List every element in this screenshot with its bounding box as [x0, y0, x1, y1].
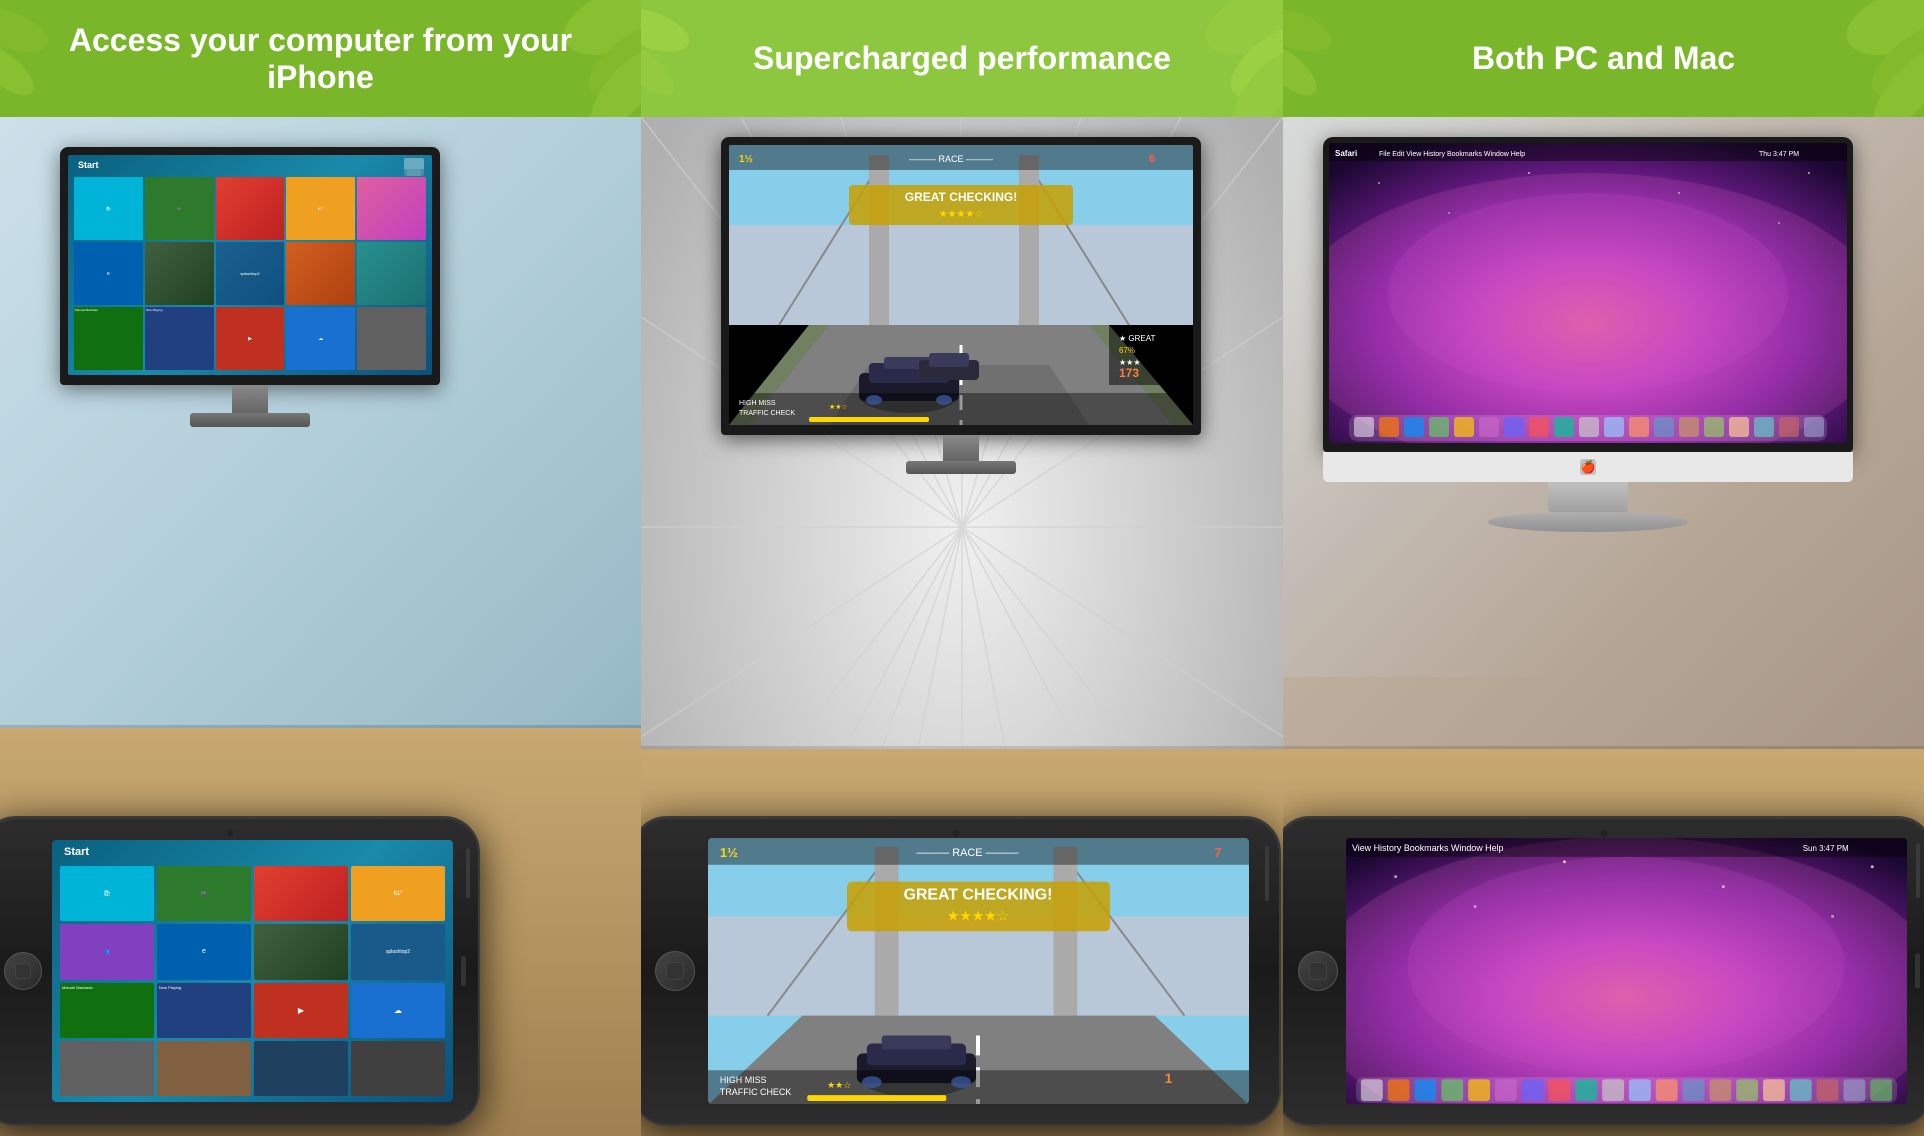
panel-right: Safari File Edit View History Bookmarks … — [1283, 117, 1924, 1136]
svg-text:TRAFFIC CHECK: TRAFFIC CHECK — [720, 1087, 791, 1097]
header-left: Access your computer from your iPhone — [0, 0, 641, 117]
svg-text:1½: 1½ — [739, 154, 753, 165]
panel-middle: 1½ ——— RACE ——— 6 GREAT CHECKING! ★★★★☆ … — [641, 117, 1283, 1136]
header-left-text: Access your computer from your iPhone — [20, 22, 621, 96]
header-row: Access your computer from your iPhone Su… — [0, 0, 1924, 117]
svg-text:HIGH MISS: HIGH MISS — [720, 1075, 767, 1085]
svg-text:1: 1 — [1165, 1070, 1173, 1086]
svg-text:GREAT CHECKING!: GREAT CHECKING! — [904, 887, 1053, 904]
svg-text:★ GREAT: ★ GREAT — [1119, 334, 1155, 343]
header-middle-text: Supercharged performance — [753, 40, 1171, 77]
svg-text:173: 173 — [1119, 366, 1139, 380]
svg-text:1½: 1½ — [720, 845, 738, 860]
svg-text:★★★★☆: ★★★★☆ — [939, 209, 984, 220]
svg-text:GREAT CHECKING!: GREAT CHECKING! — [905, 190, 1017, 204]
gaming-monitor: 1½ ——— RACE ——— 6 GREAT CHECKING! ★★★★☆ … — [721, 137, 1201, 474]
iphone-mac: View History Bookmarks Window Help Sun 3… — [1283, 816, 1924, 1136]
svg-text:★★☆: ★★☆ — [829, 403, 848, 411]
iphone-windows: Start 🛍 🎮 61° 👥 e splashtop2 Manuel Mach… — [0, 816, 480, 1136]
svg-text:67%: 67% — [1119, 346, 1135, 355]
header-right: Both PC and Mac — [1283, 0, 1924, 117]
svg-text:TRAFFIC CHECK: TRAFFIC CHECK — [739, 410, 795, 417]
pc-monitor: Start 🛍 🎮 61° e — [60, 147, 440, 427]
svg-text:Sun 3:47 PM: Sun 3:47 PM — [1803, 844, 1849, 853]
main-content: Start 🛍 🎮 61° e — [0, 117, 1924, 1136]
svg-text:6: 6 — [1149, 153, 1155, 165]
svg-text:HIGH MISS: HIGH MISS — [739, 400, 776, 407]
svg-text:Safari: Safari — [1335, 149, 1357, 158]
svg-text:——— RACE ———: ——— RACE ——— — [916, 847, 1018, 859]
svg-text:★★★★☆: ★★★★☆ — [947, 907, 1009, 923]
svg-text:7: 7 — [1214, 845, 1221, 860]
header-right-text: Both PC and Mac — [1472, 40, 1735, 77]
panel-left: Start 🛍 🎮 61° e — [0, 117, 641, 1136]
svg-text:★★☆: ★★☆ — [827, 1080, 851, 1090]
mac-monitor: Safari File Edit View History Bookmarks … — [1323, 137, 1853, 532]
svg-text:File Edit View History Boo: File Edit View History Bookmarks Window … — [1379, 151, 1525, 158]
svg-text:View History Bookmarks Wind: View History Bookmarks Window Help — [1352, 843, 1504, 853]
svg-text:——— RACE ———: ——— RACE ——— — [909, 154, 993, 164]
svg-text:Thu 3:47 PM: Thu 3:47 PM — [1759, 151, 1799, 158]
iphone-game: 1½ ——— RACE ——— 7 GREAT CHECKING! ★★★★☆ … — [641, 816, 1283, 1136]
header-middle: Supercharged performance — [641, 0, 1283, 117]
